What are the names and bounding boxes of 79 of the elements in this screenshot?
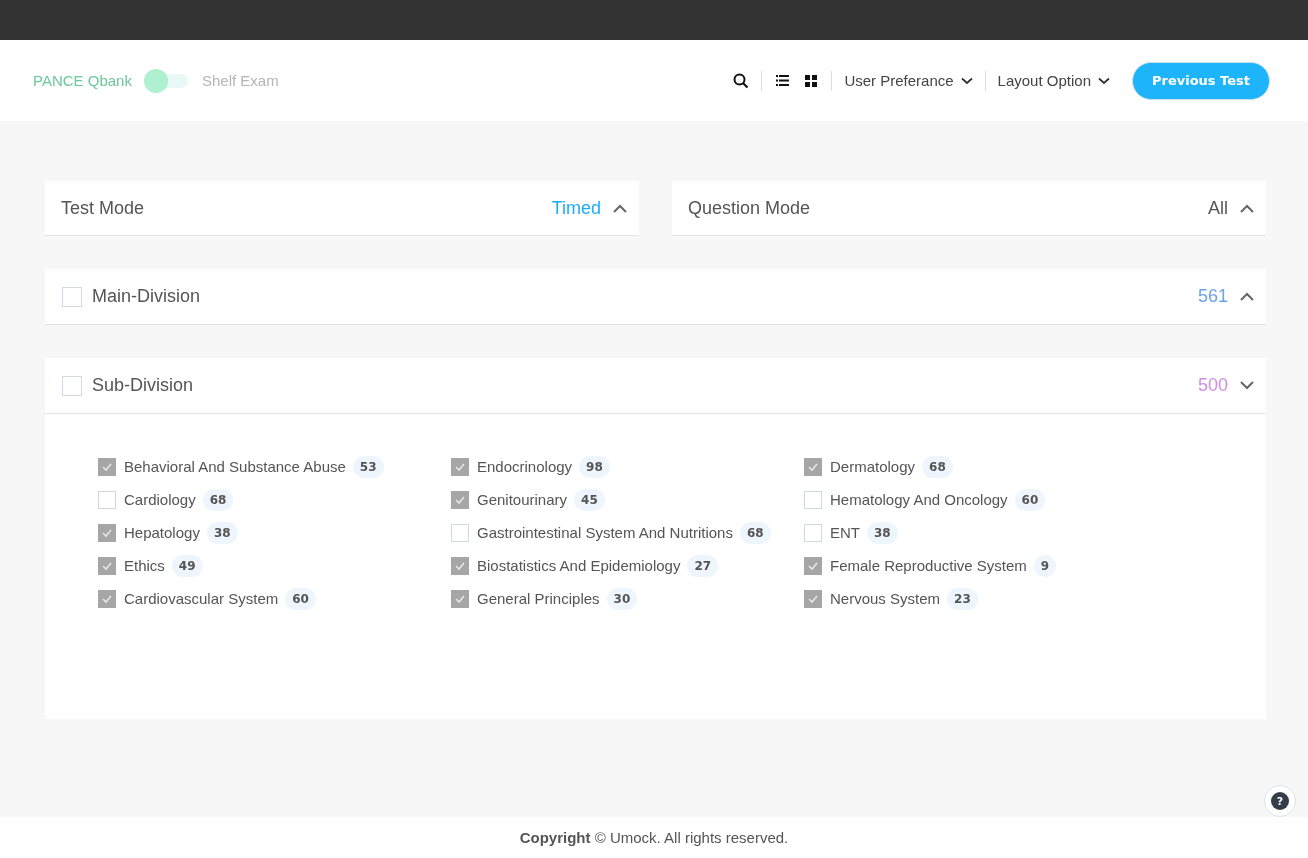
topic-label[interactable]: Gastrointestinal System And Nutritions: [477, 524, 733, 541]
count-badge: 53: [352, 455, 384, 478]
copyright-text: Copyright © Umock. All rights reserved.: [519, 829, 789, 846]
checkbox[interactable]: [451, 589, 469, 608]
count-badge: 60: [1014, 488, 1046, 511]
checkbox[interactable]: [804, 589, 822, 608]
division-title: Main-Division: [92, 286, 201, 307]
grid-view-icon[interactable]: [803, 72, 820, 89]
mode-toggle-switch[interactable]: [143, 68, 190, 93]
check-icon: [101, 560, 113, 571]
check-icon: [101, 527, 113, 538]
panel-title: Test Mode: [61, 197, 145, 219]
chevron-up-icon[interactable]: [613, 203, 627, 213]
count-badge: 9: [1033, 554, 1057, 577]
check-icon: [454, 494, 466, 505]
count-badge: 38: [867, 521, 898, 544]
topic-label[interactable]: General Principles: [477, 590, 600, 607]
list-view-icon[interactable]: [774, 73, 792, 88]
count-badge: 23: [947, 587, 978, 610]
count-badge: 38: [206, 521, 238, 544]
count-badge: 68: [202, 488, 234, 511]
count-badge: 60: [285, 587, 316, 610]
chevron-down-icon: [1098, 76, 1110, 85]
checkbox[interactable]: [98, 556, 116, 575]
chevron-up-icon[interactable]: [1240, 292, 1254, 301]
check-icon: [454, 560, 466, 571]
check-icon: [807, 560, 819, 571]
help-button[interactable]: ?: [1264, 785, 1296, 817]
topic-label[interactable]: Biostatistics And Epidemiology: [477, 557, 681, 574]
topic-label[interactable]: Behavioral And Substance Abuse: [124, 458, 346, 475]
check-icon: [101, 461, 113, 472]
checkbox[interactable]: [451, 457, 469, 476]
count-badge: 49: [171, 554, 203, 577]
topic-label[interactable]: Hepatology: [124, 524, 200, 541]
mode-value[interactable]: All: [1208, 197, 1228, 219]
checkbox[interactable]: [804, 457, 822, 476]
division-count: 500: [1197, 375, 1228, 396]
checkbox[interactable]: [451, 490, 469, 509]
panel-title: Question Mode: [688, 197, 811, 219]
checkbox[interactable]: [98, 490, 116, 509]
check-icon: [454, 461, 466, 472]
chevron-down-icon: [960, 76, 973, 85]
topic-label[interactable]: Female Reproductive System: [830, 557, 1027, 574]
topic-label[interactable]: Cardiovascular System: [124, 590, 279, 607]
checkbox[interactable]: [98, 589, 116, 608]
dropdown-menu[interactable]: Layout Option: [997, 72, 1110, 89]
checkbox[interactable]: [451, 556, 469, 575]
checkbox[interactable]: [804, 556, 822, 575]
check-icon: [807, 593, 819, 604]
count-badge: 68: [922, 455, 953, 478]
topic-label[interactable]: Cardiology: [124, 491, 196, 508]
count-badge: 98: [579, 455, 610, 478]
check-icon: [807, 461, 819, 472]
checkbox[interactable]: [62, 375, 82, 396]
search-icon[interactable]: [733, 72, 750, 89]
topic-label[interactable]: Hematology And Oncology: [830, 491, 1008, 508]
division-count: 561: [1197, 286, 1228, 307]
topic-label[interactable]: Nervous System: [830, 590, 941, 607]
checkbox[interactable]: [98, 457, 116, 476]
topic-label[interactable]: Ethics: [124, 557, 165, 574]
check-icon: [454, 593, 466, 604]
checkbox[interactable]: [98, 523, 116, 542]
check-icon: [101, 593, 113, 604]
checkbox[interactable]: [62, 286, 82, 307]
count-badge: 27: [687, 554, 719, 577]
topic-label[interactable]: Dermatology: [830, 458, 916, 475]
topic-label[interactable]: ENT: [830, 524, 860, 541]
chevron-down-icon[interactable]: [1240, 381, 1254, 390]
count-badge: 45: [574, 488, 605, 511]
checkbox[interactable]: [451, 523, 469, 542]
topic-label[interactable]: Genitourinary: [477, 491, 568, 508]
division-title: Sub-Division: [92, 375, 194, 396]
checkbox[interactable]: [804, 523, 822, 542]
topic-label[interactable]: Endocrinology: [477, 458, 573, 475]
chevron-up-icon[interactable]: [1240, 203, 1254, 213]
dropdown-menu[interactable]: User Preferance: [844, 72, 973, 89]
checkbox[interactable]: [804, 490, 822, 509]
count-badge: 68: [739, 521, 771, 544]
count-badge: 30: [606, 587, 638, 610]
